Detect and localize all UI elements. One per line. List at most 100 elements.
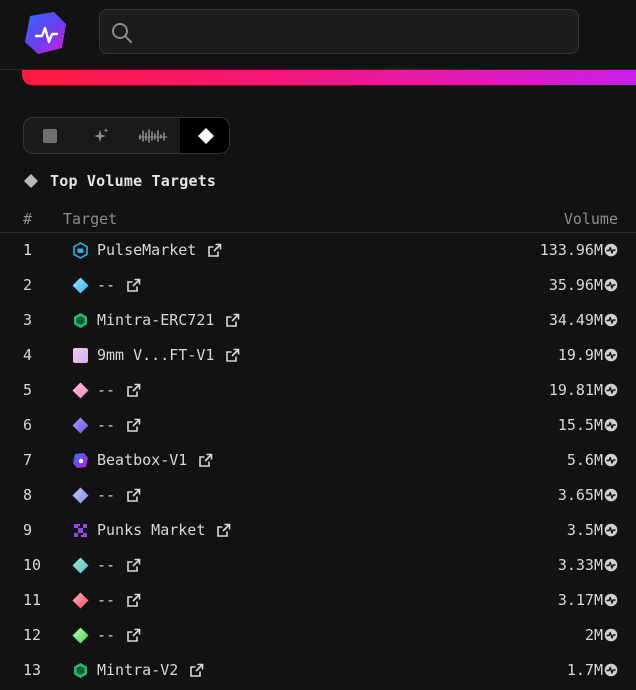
external-link-icon[interactable] <box>207 243 222 258</box>
rank-cell: 7 <box>23 451 33 469</box>
table-row[interactable]: 13 Mintra-V2 1.7M <box>0 653 636 688</box>
target-name[interactable]: Beatbox-V1 <box>97 451 187 469</box>
volume-cell: 3.33M <box>558 556 618 574</box>
rank-cell: 9 <box>23 521 33 539</box>
pulse-coin-icon <box>604 348 618 362</box>
accent-gradient-bar <box>22 70 636 85</box>
pulse-coin-icon <box>604 523 618 537</box>
target-cell[interactable]: 9mm V...FT-V1 <box>72 344 240 366</box>
table-row[interactable]: 5 -- 19.81M <box>0 373 636 408</box>
table-row[interactable]: 6 -- 15.5M <box>0 408 636 443</box>
target-name[interactable]: Mintra-V2 <box>97 661 178 679</box>
view-toggle <box>23 117 230 154</box>
external-link-icon[interactable] <box>126 418 141 433</box>
table-row[interactable]: 1 PulseMarket 133.96M <box>0 233 636 268</box>
target-cell[interactable]: -- <box>72 589 141 611</box>
table-row[interactable]: 3 Mintra-ERC721 34.49M <box>0 303 636 338</box>
app-logo-icon[interactable] <box>22 10 68 56</box>
target-cell[interactable]: Mintra-V2 <box>72 659 204 681</box>
table-row[interactable]: 12 -- 2M <box>0 618 636 653</box>
rank-cell: 5 <box>23 381 33 399</box>
target-name[interactable]: PulseMarket <box>97 241 196 259</box>
target-cell[interactable]: -- <box>72 484 141 506</box>
volume-cell: 5.6M <box>567 451 618 469</box>
pulse-coin-icon <box>604 313 618 327</box>
pulse-coin-icon <box>604 593 618 607</box>
table-row[interactable]: 11 -- 3.17M <box>0 583 636 618</box>
volume-cell: 133.96M <box>540 241 618 259</box>
target-name[interactable]: -- <box>97 416 115 434</box>
volume-value: 3.65M <box>557 486 603 504</box>
rank-column-header: # <box>23 210 33 228</box>
external-link-icon[interactable] <box>126 593 141 608</box>
volume-value: 15.5M <box>557 416 603 434</box>
external-link-icon[interactable] <box>126 628 141 643</box>
rank-cell: 2 <box>23 276 33 294</box>
table-row[interactable]: 7 Beatbox-V1 5.6M <box>0 443 636 478</box>
target-name[interactable]: 9mm V...FT-V1 <box>97 346 214 364</box>
target-cell[interactable]: -- <box>72 554 141 576</box>
search-icon <box>112 23 132 43</box>
table-row[interactable]: 8 -- 3.65M <box>0 478 636 513</box>
diamond-red-icon <box>72 592 89 609</box>
rank-cell: 13 <box>23 661 42 679</box>
diamond-icon <box>197 127 214 144</box>
external-link-icon[interactable] <box>225 313 240 328</box>
volume-cell: 34.49M <box>549 311 618 329</box>
pulse-coin-icon <box>604 383 618 397</box>
view-option-diamond[interactable] <box>180 118 229 153</box>
target-name[interactable]: -- <box>97 556 115 574</box>
target-name[interactable]: -- <box>97 626 115 644</box>
volume-value: 19.81M <box>548 381 603 399</box>
pulse-coin-icon <box>604 418 618 432</box>
target-name[interactable]: -- <box>97 381 115 399</box>
external-link-icon[interactable] <box>126 278 141 293</box>
target-cell[interactable]: Mintra-ERC721 <box>72 309 240 331</box>
diamond-teal-icon <box>72 557 89 574</box>
target-cell[interactable]: Beatbox-V1 <box>72 449 213 471</box>
volume-value: 3.5M <box>566 521 603 539</box>
target-name[interactable]: -- <box>97 591 115 609</box>
pulse-coin-icon <box>604 278 618 292</box>
volume-value: 34.49M <box>548 311 603 329</box>
table-row[interactable]: 10 -- 3.33M <box>0 548 636 583</box>
volume-value: 133.96M <box>539 241 603 259</box>
external-link-icon[interactable] <box>126 558 141 573</box>
external-link-icon[interactable] <box>126 383 141 398</box>
external-link-icon[interactable] <box>126 488 141 503</box>
search-box[interactable] <box>99 9 579 54</box>
target-name[interactable]: -- <box>97 276 115 294</box>
view-option-wave[interactable] <box>126 118 180 153</box>
target-cell[interactable]: Punks Market <box>72 519 231 541</box>
target-cell[interactable]: -- <box>72 414 141 436</box>
view-option-sparkle[interactable] <box>75 118 126 153</box>
target-name[interactable]: Mintra-ERC721 <box>97 311 214 329</box>
target-cell[interactable]: PulseMarket <box>72 239 222 261</box>
diamond-pink-icon <box>72 382 89 399</box>
target-cell[interactable]: -- <box>72 379 141 401</box>
external-link-icon[interactable] <box>198 453 213 468</box>
volume-column-header[interactable]: Volume <box>564 210 618 228</box>
punks-market-icon <box>72 522 89 539</box>
pulse-coin-icon <box>604 558 618 572</box>
pulse-coin-icon <box>604 628 618 642</box>
9mm-icon <box>72 347 89 364</box>
volume-cell: 1.7M <box>567 661 618 679</box>
rank-cell: 6 <box>23 416 33 434</box>
wave-icon <box>138 128 168 143</box>
table-row[interactable]: 2 -- 35.96M <box>0 268 636 303</box>
external-link-icon[interactable] <box>225 348 240 363</box>
table-row[interactable]: 9 Punks Market 3.5M <box>0 513 636 548</box>
diamond-purple-icon <box>72 417 89 434</box>
table-row[interactable]: 4 9mm V...FT-V1 19.9M <box>0 338 636 373</box>
section-title: Top Volume Targets <box>24 170 216 192</box>
pulse-coin-icon <box>604 488 618 502</box>
view-option-square[interactable] <box>24 118 75 153</box>
external-link-icon[interactable] <box>216 523 231 538</box>
target-name[interactable]: -- <box>97 486 115 504</box>
external-link-icon[interactable] <box>189 663 204 678</box>
target-name[interactable]: Punks Market <box>97 521 205 539</box>
target-cell[interactable]: -- <box>72 274 141 296</box>
diamond-cyan-icon <box>72 277 89 294</box>
target-cell[interactable]: -- <box>72 624 141 646</box>
